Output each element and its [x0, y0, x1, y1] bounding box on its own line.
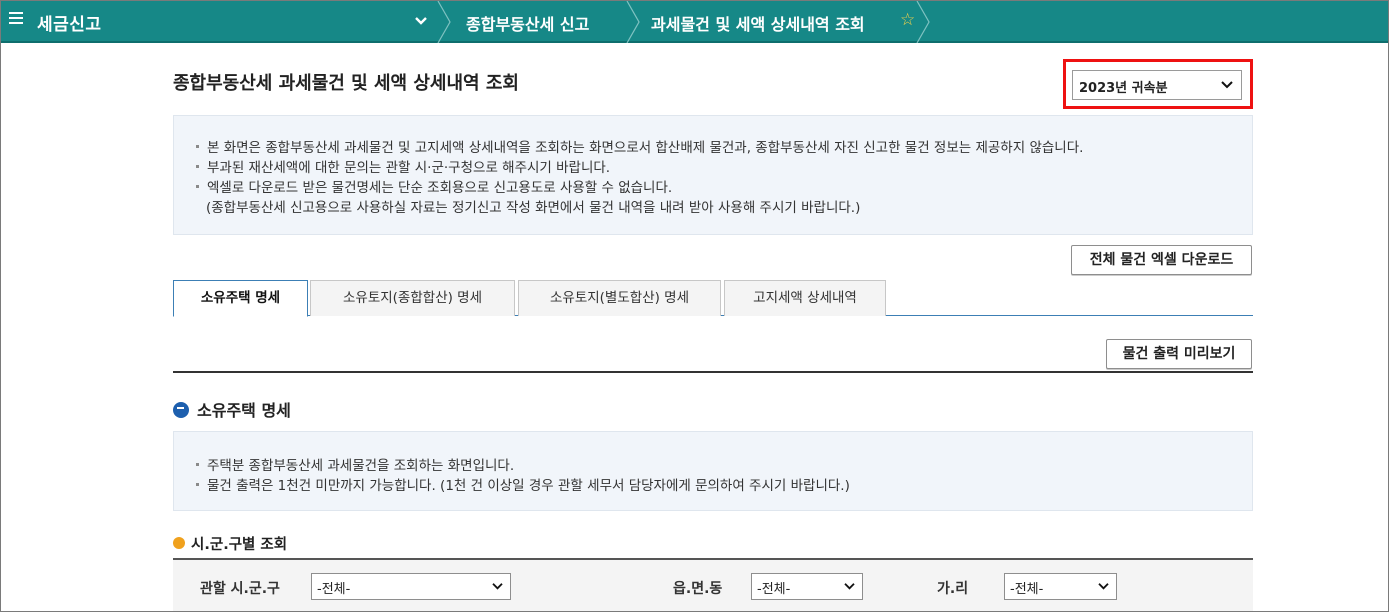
print-preview-button[interactable]: 물건 출력 미리보기 [1106, 339, 1252, 369]
eupmyeondong-select-value: -전체- [757, 582, 791, 597]
gari-select-value: -전체- [1010, 582, 1044, 597]
star-icon[interactable]: ☆ [900, 10, 915, 30]
filter-panel: 관할 시.군.구 -전체- 읍.면.동 -전체- 가.리 -전체- [173, 558, 1253, 611]
breadcrumb-current-page[interactable]: 과세물건 및 세액 상세내역 조회 [651, 11, 865, 35]
filter-title: 시.군.구별 조회 [173, 533, 287, 554]
notice-item: 물건 출력은 1천건 미만까지 가능합니다. (1천 건 이상일 경우 관할 세… [196, 474, 850, 494]
arrow-circle-icon [173, 401, 189, 418]
home-title[interactable]: 세금신고 [37, 10, 102, 35]
chevron-down-icon[interactable] [413, 13, 429, 29]
tab-owned-housing[interactable]: 소유주택 명세 [173, 280, 308, 317]
chevron-down-icon [844, 583, 855, 590]
notice-item-note: (종합부동산세 신고용으로 사용하실 자료는 정기신고 작성 화면에서 물건 내… [206, 200, 861, 216]
eupmyeondong-select[interactable]: -전체- [751, 573, 863, 600]
sigungu-select[interactable]: -전체- [311, 573, 511, 600]
page-frame: 세금신고 종합부동산세 신고 과세물건 및 세액 상세내역 조회 ☆ 종합부동산… [0, 0, 1389, 612]
breadcrumb-separator-icon [437, 1, 451, 43]
year-select-value: 2023년 귀속분 [1079, 81, 1168, 96]
tab-tax-details[interactable]: 고지세액 상세내역 [724, 280, 886, 316]
year-select[interactable]: 2023년 귀속분 [1072, 70, 1242, 100]
notice-item: 본 화면은 종합부동산세 과세물건 및 고지세액 상세내역을 조회하는 화면으로… [196, 136, 1083, 156]
excel-download-button[interactable]: 전체 물건 엑셀 다운로드 [1071, 245, 1252, 275]
chevron-down-icon [492, 583, 503, 590]
breadcrumb-separator-icon [626, 1, 640, 43]
gari-select[interactable]: -전체- [1004, 573, 1117, 600]
notice-item: 부과된 재산세액에 대한 문의는 관할 시·군·구청으로 해주시기 바랍니다. [196, 156, 610, 176]
notice-box: 본 화면은 종합부동산세 과세물건 및 고지세액 상세내역을 조회하는 화면으로… [173, 115, 1253, 235]
bullet-circle-icon [173, 537, 185, 549]
breadcrumb-tax-report[interactable]: 종합부동산세 신고 [466, 11, 589, 35]
hamburger-menu-icon[interactable] [9, 12, 23, 26]
gari-label: 가.리 [937, 581, 969, 597]
breadcrumb-separator-icon [916, 1, 930, 43]
sigungu-label: 관할 시.군.구 [200, 581, 280, 597]
tab-land-separate[interactable]: 소유토지(별도합산) 명세 [518, 280, 721, 316]
notice-item: 엑셀로 다운로드 받은 물건명세는 단순 조회용으로 신고용도로 사용할 수 없… [196, 176, 672, 196]
section-divider [173, 371, 1253, 373]
top-nav-bar: 세금신고 종합부동산세 신고 과세물건 및 세액 상세내역 조회 ☆ [1, 1, 1388, 43]
section-notice-box: 주택분 종합부동산세 과세물건을 조회하는 화면입니다. 물건 출력은 1천건 … [173, 431, 1253, 511]
chevron-down-icon [1098, 583, 1109, 590]
sigungu-select-value: -전체- [317, 582, 351, 597]
chevron-down-icon [1221, 81, 1233, 89]
section-title: 소유주택 명세 [173, 397, 291, 421]
tab-land-combined[interactable]: 소유토지(종합합산) 명세 [310, 280, 515, 316]
page-title: 종합부동산세 과세물건 및 세액 상세내역 조회 [173, 73, 519, 94]
eupmyeondong-label: 읍.면.동 [673, 581, 723, 597]
notice-item: 주택분 종합부동산세 과세물건을 조회하는 화면입니다. [196, 454, 514, 474]
